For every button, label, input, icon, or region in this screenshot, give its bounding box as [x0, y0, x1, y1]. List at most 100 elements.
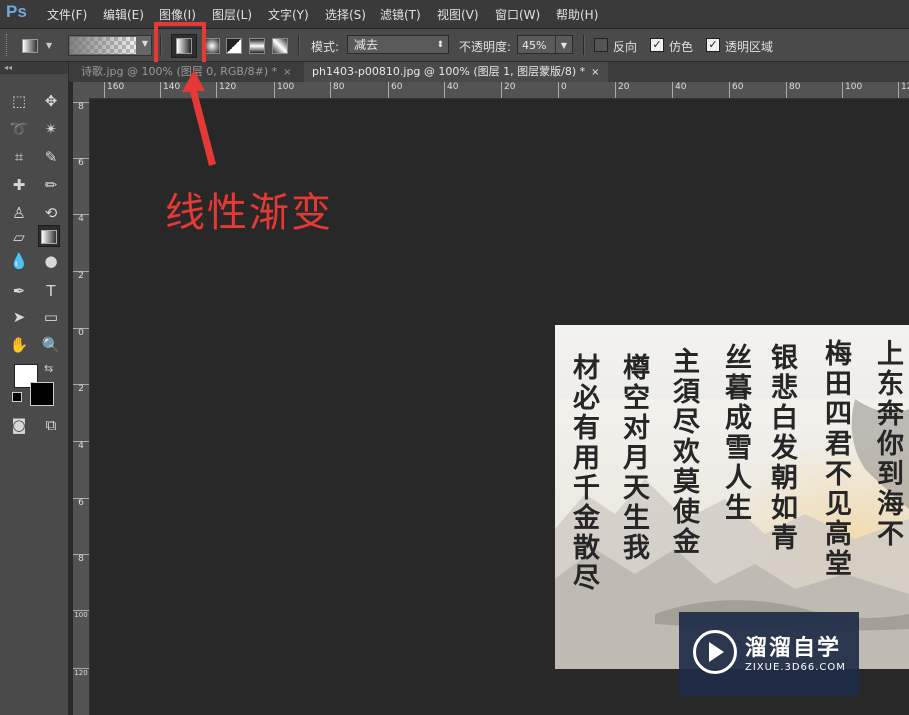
separator: [298, 35, 300, 55]
menu-help[interactable]: 帮助(H): [556, 6, 598, 23]
screen-mode-icon[interactable]: ⧉: [40, 414, 62, 436]
v-tick-label: 100: [73, 610, 89, 619]
quick-mask-icon[interactable]: ◙: [8, 414, 30, 436]
marquee-tool-icon[interactable]: ⬚: [8, 90, 30, 112]
dodge-tool-icon[interactable]: ●: [40, 250, 62, 272]
background-color-swatch[interactable]: [30, 382, 54, 406]
watermark: 溜溜自学 ZIXUE.3D66.COM: [679, 612, 859, 696]
magic-wand-tool-icon[interactable]: ✴: [40, 118, 62, 140]
gradient-picker-arrow-icon[interactable]: ▼: [142, 39, 148, 48]
healing-brush-tool-icon[interactable]: ✚: [8, 174, 30, 196]
mode-label: 模式:: [311, 40, 340, 54]
calligraphy-column: 银悲白发朝如青: [766, 343, 797, 553]
menu-type[interactable]: 文字(Y): [268, 6, 309, 23]
watermark-title: 溜溜自学: [745, 636, 842, 661]
zoom-tool-icon[interactable]: 🔍: [40, 334, 62, 356]
blur-tool-icon[interactable]: 💧: [8, 250, 30, 272]
v-tick-label: 2: [73, 384, 89, 394]
menu-edit[interactable]: 编辑(E): [103, 6, 144, 23]
photoshop-logo: Ps: [6, 2, 27, 21]
options-grip[interactable]: [6, 34, 11, 56]
gradient-tool-icon[interactable]: [38, 225, 60, 247]
tab-photo-doc[interactable]: ph1403-p00810.jpg @ 100% (图层 1, 图层蒙版/8) …: [304, 62, 608, 82]
path-selection-tool-icon[interactable]: ➤: [8, 306, 30, 328]
document-tabs: 诗歌.jpg @ 100% (图层 0, RGB/8#) * × ph1403-p…: [69, 62, 909, 82]
type-tool-icon[interactable]: T: [40, 280, 62, 302]
menu-select[interactable]: 选择(S): [325, 6, 366, 23]
opacity-value: 45%: [522, 39, 547, 52]
clone-stamp-tool-icon[interactable]: ♙: [8, 202, 30, 224]
menu-filter[interactable]: 滤镜(T): [380, 6, 421, 23]
h-tick-label: 0: [558, 82, 567, 98]
tab-poem-doc[interactable]: 诗歌.jpg @ 100% (图层 0, RGB/8#) * ×: [73, 62, 300, 82]
h-tick-label: 40: [444, 82, 458, 98]
blend-mode-select[interactable]: 减去 ⬍: [347, 35, 449, 54]
brush-tool-icon[interactable]: ✏: [40, 174, 62, 196]
menu-image[interactable]: 图像(I): [159, 6, 196, 23]
tab-close-icon[interactable]: ×: [283, 67, 291, 78]
eraser-tool-icon[interactable]: ▱: [8, 226, 30, 248]
h-tick-label: 100: [274, 82, 294, 98]
dither-label: 仿色: [669, 40, 694, 54]
transparency-checkbox[interactable]: ✓: [706, 38, 720, 52]
horizontal-ruler[interactable]: 160 140 120 100 80 60 40 20 0 20 40 60 8…: [90, 82, 909, 99]
reverse-checkbox[interactable]: [594, 38, 608, 52]
dither-checkbox[interactable]: ✓: [650, 38, 664, 52]
h-tick-label: 120: [216, 82, 236, 98]
tab-close-icon[interactable]: ×: [591, 67, 599, 78]
calligraphy-column: 材必有用千金散尽: [568, 353, 599, 593]
calligraphy-column: 梅田四君不见高堂: [820, 339, 851, 579]
vertical-ruler[interactable]: 8 6 4 2 0 2 4 6 8 100 120: [73, 98, 90, 715]
play-logo-icon: [693, 630, 737, 674]
radial-gradient-button[interactable]: [204, 38, 220, 54]
crop-tool-icon[interactable]: ⌗: [8, 146, 30, 168]
gradient-picker[interactable]: ▼: [68, 35, 152, 56]
separator: [583, 35, 585, 55]
lasso-tool-icon[interactable]: ➰: [8, 118, 30, 140]
calligraphy-column: 丝暮成雪人生: [720, 343, 751, 523]
gradient-tool-preset-icon[interactable]: [22, 39, 38, 53]
h-tick-label: 40: [672, 82, 686, 98]
v-tick-label: 6: [73, 498, 89, 508]
calligraphy-column: 上东奔你到海不: [872, 339, 903, 549]
angle-gradient-button[interactable]: [226, 38, 242, 54]
move-tool-icon[interactable]: ✥: [40, 90, 62, 112]
h-tick-label: 20: [501, 82, 515, 98]
history-brush-tool-icon[interactable]: ⟲: [40, 202, 62, 224]
pen-tool-icon[interactable]: ✒: [8, 280, 30, 302]
calligraphy-column: 主須尽欢莫使金: [668, 347, 699, 557]
opacity-field[interactable]: 45% ▼: [517, 35, 573, 54]
rectangle-tool-icon[interactable]: ▭: [40, 306, 62, 328]
v-tick-label: 4: [73, 441, 89, 451]
v-tick-label: 0: [73, 328, 89, 338]
reflected-gradient-button[interactable]: [249, 38, 265, 54]
h-tick-label: 60: [388, 82, 402, 98]
default-colors-icon[interactable]: [12, 392, 22, 402]
v-tick-label: 6: [73, 158, 89, 168]
eyedropper-tool-icon[interactable]: ✎: [40, 146, 62, 168]
ruler-origin[interactable]: [73, 82, 90, 98]
h-tick-label: 100: [842, 82, 862, 98]
menu-window[interactable]: 窗口(W): [495, 6, 540, 23]
calligraphy-column: 樽空对月天生我: [618, 353, 649, 563]
preset-dropdown-arrow-icon[interactable]: ▼: [46, 41, 52, 50]
tab-poem-label: 诗歌.jpg @ 100% (图层 0, RGB/8#) *: [81, 65, 278, 78]
h-tick-label: 140: [160, 82, 180, 98]
h-tick-label: 80: [786, 82, 800, 98]
h-tick-label: 80: [330, 82, 344, 98]
menu-view[interactable]: 视图(V): [437, 6, 479, 23]
diamond-gradient-button[interactable]: [272, 38, 288, 54]
swap-colors-icon[interactable]: ⇆: [44, 362, 53, 375]
menu-layer[interactable]: 图层(L): [212, 6, 252, 23]
watermark-subtitle: ZIXUE.3D66.COM: [745, 662, 846, 673]
h-tick-label: 120: [898, 82, 909, 98]
toolbox-collapse-icon[interactable]: ◂◂: [0, 62, 68, 74]
opacity-label: 不透明度:: [459, 40, 512, 54]
blend-mode-value: 减去: [354, 38, 379, 52]
v-tick-label: 4: [73, 214, 89, 224]
menu-file[interactable]: 文件(F): [47, 6, 87, 23]
gradient-swatch[interactable]: [70, 37, 136, 54]
v-tick-label: 8: [73, 554, 89, 564]
hand-tool-icon[interactable]: ✋: [8, 334, 30, 356]
opacity-dropdown-icon[interactable]: ▼: [555, 36, 572, 53]
